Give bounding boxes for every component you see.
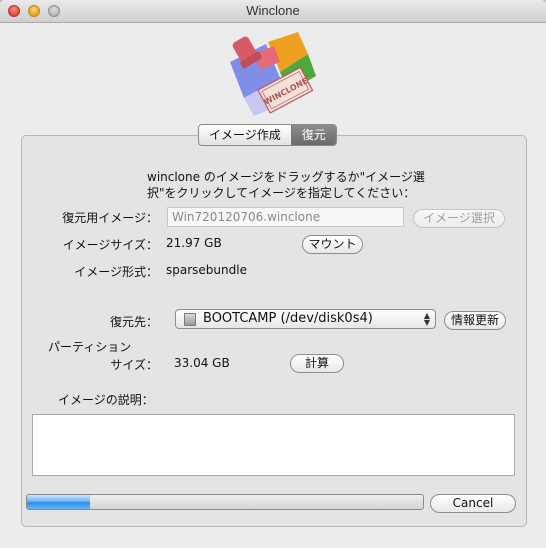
description-textarea[interactable] [32, 414, 515, 476]
winclone-logo: WINCLONE [230, 32, 316, 116]
partition-size-label-1: パーティション [48, 340, 132, 354]
image-format-value: sparsebundle [166, 263, 247, 277]
instruction-line-1: winclone のイメージをドラッグするか"イメージ選 [147, 170, 425, 184]
restore-image-field[interactable]: Win720120706.winclone [167, 207, 404, 227]
image-size-value: 21.97 GB [166, 236, 222, 250]
description-label: イメージの説明： [58, 393, 154, 407]
tab-restore[interactable]: 復元 [290, 125, 336, 145]
progress-fill [27, 495, 91, 509]
progress-bar [26, 494, 424, 510]
instruction-line-2: 択"をクリックしてイメージを指定してください： [147, 186, 416, 200]
select-image-button[interactable]: イメージ選択 [413, 209, 505, 228]
destination-label: 復元先： [109, 315, 158, 329]
destination-value: BOOTCAMP (/dev/disk0s4) [203, 311, 373, 326]
partition-size-value: 33.04 GB [174, 356, 230, 370]
popup-arrows-icon: ▲ ▼ [423, 311, 430, 327]
restore-image-label: 復元用イメージ： [62, 211, 158, 225]
partition-size-label-2: サイズ： [110, 358, 158, 372]
calculate-button[interactable]: 計算 [290, 354, 344, 373]
cancel-button[interactable]: Cancel [430, 494, 516, 513]
window-title: Winclone [246, 3, 300, 18]
mode-tabs: イメージ作成 復元 [198, 124, 337, 146]
winclone-window: Winclone WINCLONE イメージ作成 復元 winclone のイメ… [0, 0, 546, 548]
tab-create-image[interactable]: イメージ作成 [199, 125, 291, 145]
title-bar[interactable]: Winclone [0, 0, 546, 23]
image-format-label: イメージ形式： [74, 265, 158, 279]
refresh-info-button[interactable]: 情報更新 [444, 311, 506, 330]
disk-icon [184, 313, 196, 326]
mount-button[interactable]: マウント [302, 235, 363, 254]
destination-popup[interactable]: BOOTCAMP (/dev/disk0s4) ▲ ▼ [175, 309, 436, 329]
image-size-label: イメージサイズ： [62, 238, 158, 252]
